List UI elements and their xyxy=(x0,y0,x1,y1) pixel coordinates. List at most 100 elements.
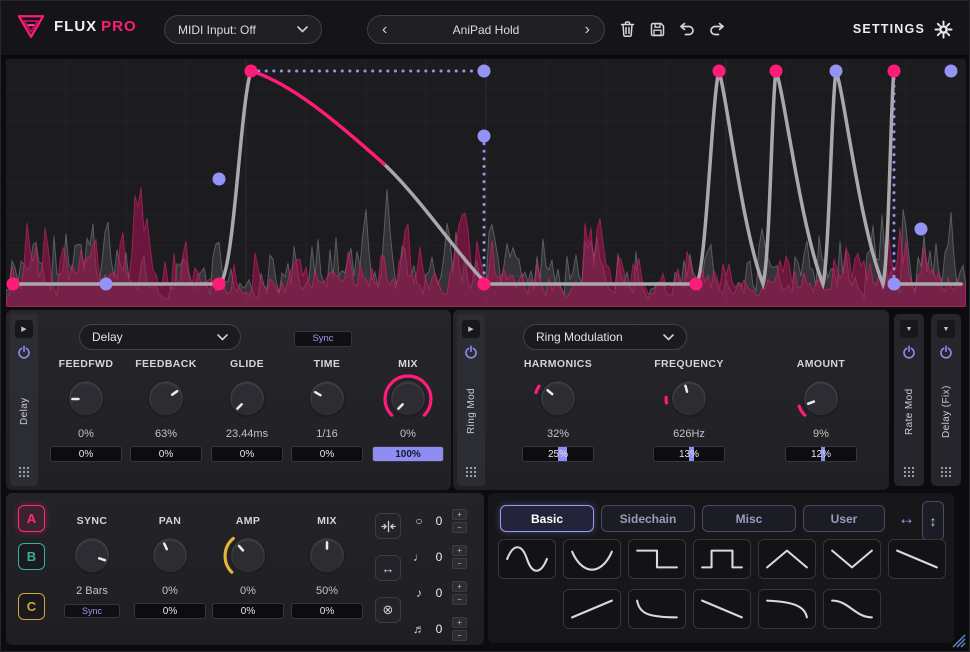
lfo-sync-toggle[interactable]: Sync xyxy=(64,604,120,618)
wave-shape-triangle[interactable] xyxy=(758,539,816,579)
decrement-button[interactable]: − xyxy=(452,558,467,569)
wave-shape-log-down[interactable] xyxy=(758,589,816,629)
decrement-button[interactable]: − xyxy=(452,594,467,605)
tab-basic[interactable]: Basic xyxy=(500,505,594,532)
feedback-knob[interactable] xyxy=(139,372,193,426)
midi-input-dropdown[interactable]: MIDI Input: Off xyxy=(164,15,322,44)
delay-effect-panel: ▶ Delay Delay Sync FEEDFWD 0% xyxy=(6,310,451,490)
increment-button[interactable]: + xyxy=(452,617,467,628)
play-icon[interactable]: ▶ xyxy=(462,320,480,338)
delay-fix-rail: ▼ Delay (Fix) xyxy=(931,314,961,486)
effect-type-dropdown[interactable]: Ring Modulation xyxy=(523,324,687,350)
time-knob[interactable] xyxy=(300,372,354,426)
wave-shape-sine-inv[interactable] xyxy=(563,539,621,579)
decrement-button[interactable]: − xyxy=(452,630,467,641)
effect-type-dropdown[interactable]: Delay xyxy=(79,324,241,350)
horizontal-arrows-button[interactable]: ↔ xyxy=(375,555,401,581)
wave-shape-scurve-down[interactable] xyxy=(823,589,881,629)
delete-preset-button[interactable] xyxy=(617,19,637,39)
undo-button[interactable] xyxy=(677,19,697,39)
resize-handle[interactable] xyxy=(952,634,966,648)
save-preset-button[interactable] xyxy=(647,19,667,39)
tab-user[interactable]: User xyxy=(803,505,885,532)
lfo-slot-b[interactable]: B xyxy=(18,543,45,570)
mix-mod-slider[interactable]: 100% xyxy=(372,446,444,462)
lfo-slot-a[interactable]: A xyxy=(18,505,45,532)
frequency-mod-slider[interactable]: 13% xyxy=(653,446,725,462)
vertical-flip-button[interactable]: ↕ xyxy=(922,501,944,541)
play-icon[interactable]: ▶ xyxy=(15,320,33,338)
feedback-mod-slider[interactable]: 0% xyxy=(130,446,202,462)
feedfwd-mod-slider[interactable]: 0% xyxy=(50,446,122,462)
power-toggle[interactable] xyxy=(464,345,478,359)
mix-knob[interactable] xyxy=(381,372,435,426)
amount-mod-slider[interactable]: 12% xyxy=(785,446,857,462)
wave-shape-ramp-up[interactable] xyxy=(563,589,621,629)
pan-knob[interactable] xyxy=(143,529,197,583)
arrow-down-icon[interactable]: ▼ xyxy=(937,320,955,338)
frequency-control: FREQUENCY 626Hz 13% xyxy=(651,358,727,462)
envelope-editor[interactable] xyxy=(6,59,966,307)
brand-name: FLUX xyxy=(54,18,97,35)
power-icon xyxy=(902,345,916,359)
frequency-knob[interactable] xyxy=(662,372,716,426)
arrow-down-icon[interactable]: ▼ xyxy=(900,320,918,338)
wave-shape-ramp-down[interactable] xyxy=(888,539,946,579)
converge-arrows-button[interactable] xyxy=(375,513,401,539)
shape-grid-row2 xyxy=(488,589,954,629)
amp-mod-slider[interactable]: 0% xyxy=(212,603,284,619)
cancel-button[interactable]: ⊗ xyxy=(375,597,401,623)
grid-handle-icon[interactable] xyxy=(903,466,915,478)
harmonics-knob[interactable] xyxy=(531,372,585,426)
converge-arrows-icon xyxy=(381,519,396,534)
wave-shape-sine[interactable] xyxy=(498,539,556,579)
increment-button[interactable]: + xyxy=(452,509,467,520)
brand-logo xyxy=(17,14,45,39)
rail-label: Delay xyxy=(19,363,30,460)
sixteenth-note-icon: ♬ xyxy=(412,622,426,636)
grid-handle-icon[interactable] xyxy=(465,466,477,478)
midi-input-label: MIDI Input: Off xyxy=(178,23,256,37)
feedfwd-knob[interactable] xyxy=(59,372,113,426)
chevron-down-icon xyxy=(217,334,228,341)
redo-button[interactable] xyxy=(707,19,727,39)
horizontal-arrows-icon[interactable]: ↔ xyxy=(898,509,915,529)
wave-shape-triangle-inv[interactable] xyxy=(823,539,881,579)
time-mod-slider[interactable]: 0% xyxy=(291,446,363,462)
amount-knob[interactable] xyxy=(794,372,848,426)
shape-tabs: Basic Sidechain Misc User ↔ xyxy=(500,505,915,532)
increment-button[interactable]: + xyxy=(452,545,467,556)
settings-button[interactable]: SETTINGS xyxy=(853,1,953,57)
feedfwd-control: FEEDFWD 0% 0% xyxy=(48,358,124,462)
stepper-value: 0 xyxy=(432,586,446,600)
power-toggle[interactable] xyxy=(17,345,31,359)
wave-shape-square-up[interactable] xyxy=(693,539,751,579)
wave-shape-ramp-down[interactable] xyxy=(693,589,751,629)
pan-mod-slider[interactable]: 0% xyxy=(134,603,206,619)
wave-shape-exp-down[interactable] xyxy=(628,589,686,629)
sync-toggle[interactable]: Sync xyxy=(294,331,352,347)
glide-mod-slider[interactable]: 0% xyxy=(211,446,283,462)
sync-knob[interactable] xyxy=(65,529,119,583)
amp-knob[interactable] xyxy=(221,529,275,583)
lfo-mix-mod-slider[interactable]: 0% xyxy=(291,603,363,619)
power-toggle[interactable] xyxy=(902,345,916,359)
decrement-button[interactable]: − xyxy=(452,522,467,533)
glide-knob[interactable] xyxy=(220,372,274,426)
lfo-slot-c[interactable]: C xyxy=(18,593,45,620)
power-toggle[interactable] xyxy=(939,345,953,359)
increment-button[interactable]: + xyxy=(452,581,467,592)
brand-suffix: PRO xyxy=(101,18,137,35)
grid-handle-icon[interactable] xyxy=(18,466,30,478)
waveform-display[interactable] xyxy=(6,59,966,307)
lfo-mix-knob[interactable] xyxy=(300,529,354,583)
preset-prev-button[interactable]: ‹ xyxy=(378,22,391,38)
tab-misc[interactable]: Misc xyxy=(702,505,796,532)
preset-next-button[interactable]: › xyxy=(581,22,594,38)
harmonics-mod-slider[interactable]: 25% xyxy=(522,446,594,462)
grid-handle-icon[interactable] xyxy=(940,466,952,478)
stepper-value: 0 xyxy=(432,550,446,564)
tab-sidechain[interactable]: Sidechain xyxy=(601,505,695,532)
wave-shape-square-down[interactable] xyxy=(628,539,686,579)
stepper-value: 0 xyxy=(432,622,446,636)
